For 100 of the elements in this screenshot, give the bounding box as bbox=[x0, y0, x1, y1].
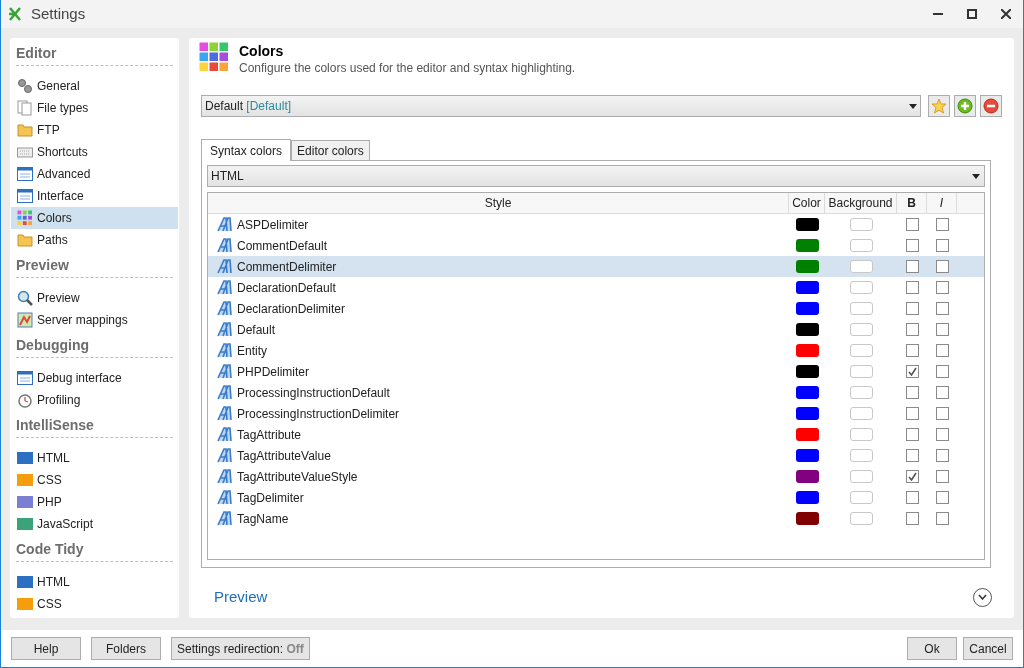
background-swatch[interactable] bbox=[849, 470, 873, 483]
checkbox[interactable] bbox=[935, 470, 949, 483]
preview-section-title[interactable]: Preview bbox=[214, 586, 268, 609]
favorite-button[interactable] bbox=[928, 95, 950, 117]
color-swatch[interactable] bbox=[795, 491, 819, 504]
table-row[interactable]: CommentDelimiter bbox=[208, 256, 984, 277]
footer-button[interactable]: Folders bbox=[91, 637, 161, 660]
checkbox[interactable] bbox=[905, 386, 919, 399]
color-swatch[interactable] bbox=[795, 407, 819, 420]
checkbox[interactable] bbox=[905, 239, 919, 252]
sidebar-item[interactable]: Colors bbox=[11, 207, 178, 229]
background-swatch[interactable] bbox=[849, 344, 873, 357]
table-row[interactable]: DeclarationDelimiter bbox=[208, 298, 984, 319]
checkbox[interactable] bbox=[905, 323, 919, 336]
table-row[interactable]: Entity bbox=[208, 340, 984, 361]
sidebar-item[interactable]: Server mappings bbox=[11, 309, 178, 331]
background-swatch[interactable] bbox=[849, 512, 873, 525]
checkbox[interactable] bbox=[905, 407, 919, 420]
background-swatch[interactable] bbox=[849, 365, 873, 378]
checkbox[interactable] bbox=[905, 218, 919, 231]
color-swatch[interactable] bbox=[795, 323, 819, 336]
checkbox[interactable] bbox=[935, 260, 949, 273]
tab[interactable]: Editor colors bbox=[291, 140, 370, 160]
checkbox[interactable] bbox=[935, 323, 949, 336]
table-row[interactable]: TagAttributeValueStyle bbox=[208, 466, 984, 487]
checkbox[interactable] bbox=[935, 386, 949, 399]
checkbox[interactable] bbox=[905, 491, 919, 504]
sidebar-item[interactable]: File types bbox=[11, 97, 178, 119]
background-swatch[interactable] bbox=[849, 491, 873, 504]
table-row[interactable]: DeclarationDefault bbox=[208, 277, 984, 298]
checkbox[interactable] bbox=[905, 365, 919, 378]
footer-button[interactable]: Help bbox=[11, 637, 81, 660]
background-swatch[interactable] bbox=[849, 449, 873, 462]
table-row[interactable]: ASPDelimiter bbox=[208, 214, 984, 235]
checkbox[interactable] bbox=[905, 470, 919, 483]
sidebar-item[interactable]: Shortcuts bbox=[11, 141, 178, 163]
sidebar-item[interactable]: CSS bbox=[11, 593, 178, 615]
color-swatch[interactable] bbox=[795, 386, 819, 399]
background-swatch[interactable] bbox=[849, 386, 873, 399]
checkbox[interactable] bbox=[935, 365, 949, 378]
checkbox[interactable] bbox=[935, 239, 949, 252]
checkbox[interactable] bbox=[905, 428, 919, 441]
checkbox[interactable] bbox=[935, 407, 949, 420]
checkbox[interactable] bbox=[935, 449, 949, 462]
checkbox[interactable] bbox=[905, 281, 919, 294]
color-swatch[interactable] bbox=[795, 512, 819, 525]
background-swatch[interactable] bbox=[849, 239, 873, 252]
background-swatch[interactable] bbox=[849, 428, 873, 441]
table-row[interactable]: TagAttribute bbox=[208, 424, 984, 445]
table-row[interactable]: PHPDelimiter bbox=[208, 361, 984, 382]
color-swatch[interactable] bbox=[795, 428, 819, 441]
sidebar-item[interactable]: Debug interface bbox=[11, 367, 178, 389]
sidebar-item[interactable]: HTML bbox=[11, 447, 178, 469]
checkbox[interactable] bbox=[905, 512, 919, 525]
table-row[interactable]: CommentDefault bbox=[208, 235, 984, 256]
background-swatch[interactable] bbox=[849, 407, 873, 420]
table-row[interactable]: Default bbox=[208, 319, 984, 340]
sidebar-item[interactable]: FTP bbox=[11, 119, 178, 141]
color-swatch[interactable] bbox=[795, 449, 819, 462]
checkbox[interactable] bbox=[935, 281, 949, 294]
background-swatch[interactable] bbox=[849, 281, 873, 294]
color-swatch[interactable] bbox=[795, 218, 819, 231]
color-swatch[interactable] bbox=[795, 260, 819, 273]
sidebar-item[interactable]: PHP bbox=[11, 491, 178, 513]
color-swatch[interactable] bbox=[795, 365, 819, 378]
checkbox[interactable] bbox=[935, 302, 949, 315]
scheme-dropdown[interactable]: Default [Default] bbox=[201, 95, 921, 117]
color-swatch[interactable] bbox=[795, 470, 819, 483]
color-swatch[interactable] bbox=[795, 239, 819, 252]
footer-button[interactable]: Ok bbox=[907, 637, 957, 660]
sidebar-item[interactable]: Preview bbox=[11, 287, 178, 309]
table-row[interactable]: TagName bbox=[208, 508, 984, 529]
background-swatch[interactable] bbox=[849, 260, 873, 273]
checkbox[interactable] bbox=[935, 491, 949, 504]
checkbox[interactable] bbox=[905, 449, 919, 462]
table-row[interactable]: TagAttributeValue bbox=[208, 445, 984, 466]
table-row[interactable]: ProcessingInstructionDefault bbox=[208, 382, 984, 403]
language-dropdown[interactable]: HTML bbox=[207, 165, 985, 187]
checkbox[interactable] bbox=[905, 302, 919, 315]
sidebar-item[interactable]: JavaScript bbox=[11, 513, 178, 535]
sidebar-item[interactable]: Paths bbox=[11, 229, 178, 251]
sidebar-item[interactable]: Interface bbox=[11, 185, 178, 207]
sidebar-item[interactable]: Profiling bbox=[11, 389, 178, 411]
footer-button[interactable]: Cancel bbox=[963, 637, 1013, 660]
background-swatch[interactable] bbox=[849, 218, 873, 231]
checkbox[interactable] bbox=[935, 344, 949, 357]
checkbox[interactable] bbox=[935, 428, 949, 441]
sidebar-item[interactable]: General bbox=[11, 75, 178, 97]
sidebar-item[interactable]: Advanced bbox=[11, 163, 178, 185]
background-swatch[interactable] bbox=[849, 323, 873, 336]
add-button[interactable] bbox=[954, 95, 976, 117]
remove-button[interactable] bbox=[980, 95, 1002, 117]
background-swatch[interactable] bbox=[849, 302, 873, 315]
table-row[interactable]: ProcessingInstructionDelimiter bbox=[208, 403, 984, 424]
color-swatch[interactable] bbox=[795, 302, 819, 315]
tab[interactable]: Syntax colors bbox=[201, 139, 292, 161]
checkbox[interactable] bbox=[905, 260, 919, 273]
color-swatch[interactable] bbox=[795, 344, 819, 357]
settings-redirection-button[interactable]: Settings redirection: Off bbox=[171, 637, 310, 660]
color-swatch[interactable] bbox=[795, 281, 819, 294]
